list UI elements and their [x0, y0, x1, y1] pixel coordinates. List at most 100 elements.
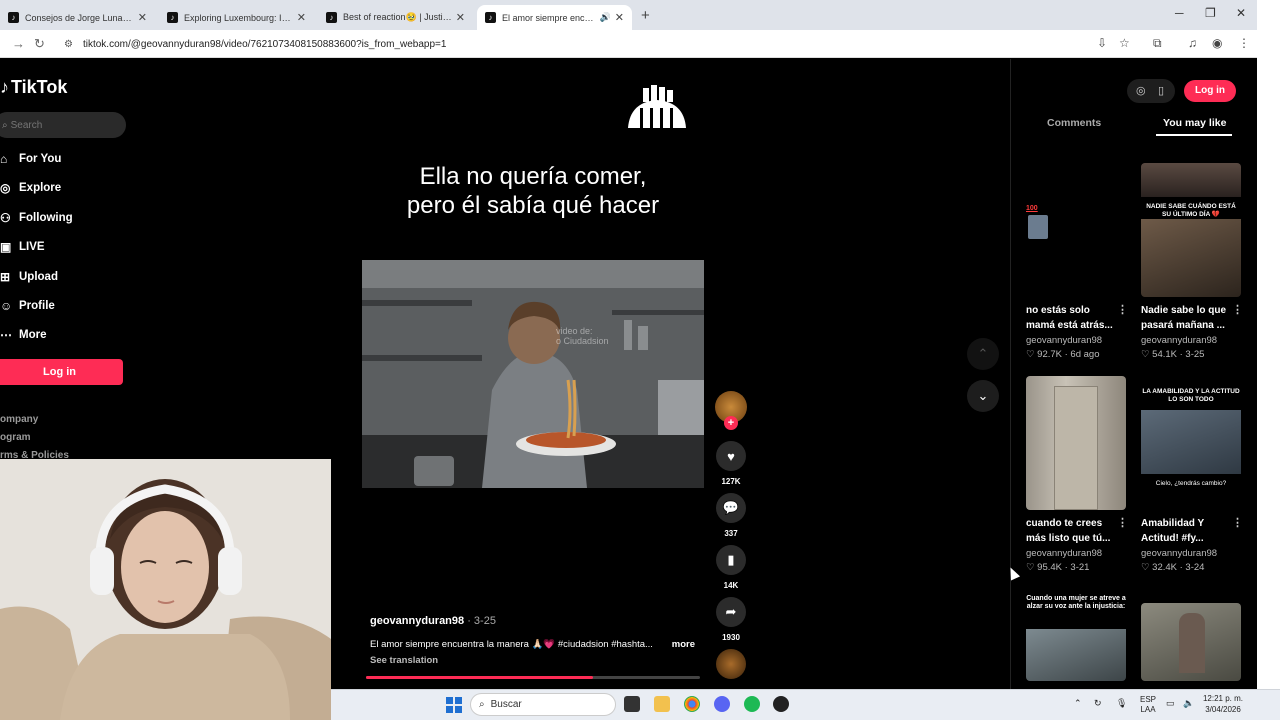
thumb-image	[1054, 386, 1098, 510]
close-tab-icon[interactable]: ✕	[138, 11, 147, 24]
tab-you-may-like[interactable]: You may like	[1163, 117, 1226, 129]
taskbar-clock[interactable]: 12:21 p. m. 3/04/2026	[1198, 693, 1248, 715]
like-action[interactable]: ♥ 127K	[716, 441, 746, 486]
card-title-line: más listo que tú...	[1026, 533, 1111, 544]
sidebar-login-button[interactable]: Log in	[0, 359, 123, 385]
minimize-icon[interactable]: ─	[1175, 6, 1184, 20]
video-username[interactable]: geovannyduran98	[370, 615, 464, 627]
language-indicator[interactable]: ESP LAA	[1140, 695, 1156, 715]
card-username[interactable]: geovannyduran98	[1026, 548, 1102, 559]
profile-avatar-icon[interactable]: ◉	[1212, 36, 1222, 50]
new-tab-button[interactable]: +	[641, 7, 650, 24]
reload-icon[interactable]: ↻	[34, 36, 45, 52]
video-author-line[interactable]: geovannyduran98 · 3-25	[370, 615, 496, 627]
card-menu-icon[interactable]: ⋮	[1117, 303, 1128, 316]
more-button[interactable]: more	[672, 639, 695, 650]
speaker-icon[interactable]: 🔊	[600, 12, 611, 23]
comment-action[interactable]: 💬 337	[716, 493, 746, 538]
video-card-thumbnail[interactable]: Cuando una mujer se atreve a alzar su vo…	[1026, 589, 1126, 681]
card-username[interactable]: geovannyduran98	[1141, 335, 1217, 346]
see-translation-link[interactable]: See translation	[370, 655, 438, 666]
volume-icon[interactable]: 🔈	[1183, 698, 1194, 709]
logo-text: TikTok	[11, 77, 68, 97]
tab-comments[interactable]: Comments	[1047, 117, 1101, 129]
heart-icon[interactable]: ♥	[716, 441, 746, 471]
video-card-thumbnail[interactable]: 100	[1026, 163, 1126, 297]
card-username[interactable]: geovannyduran98	[1141, 548, 1217, 559]
windows-start-icon[interactable]	[446, 697, 462, 713]
nav-more[interactable]: ⋯ More	[0, 328, 46, 342]
close-tab-icon[interactable]: ✕	[456, 11, 465, 24]
card-menu-icon[interactable]: ⋮	[1232, 303, 1243, 316]
file-explorer-icon[interactable]	[654, 696, 670, 712]
tray-expand-icon[interactable]: ⌃	[1074, 698, 1082, 709]
nav-following[interactable]: ⚇ Following	[0, 211, 73, 225]
music-disc-icon[interactable]	[716, 649, 746, 679]
card-menu-icon[interactable]: ⋮	[1117, 516, 1128, 529]
active-tab-indicator	[1156, 134, 1232, 136]
nav-profile[interactable]: ☺ Profile	[0, 299, 55, 313]
video-card-title[interactable]: Nadie sabe lo que pasará mañana ...	[1141, 303, 1237, 333]
nav-explore[interactable]: ◎ Explore	[0, 181, 61, 195]
bookmark-star-icon[interactable]: ☆	[1119, 36, 1130, 50]
panel-login-button[interactable]: Log in	[1184, 80, 1236, 102]
browser-tab-3[interactable]: ♪ Best of reaction🥹 | Justin bieb ✕	[318, 5, 473, 30]
comment-icon[interactable]: 💬	[716, 493, 746, 523]
footer-link-program[interactable]: ogram	[0, 432, 31, 443]
chrome-icon[interactable]	[684, 696, 700, 712]
share-icon[interactable]: ➦	[716, 597, 746, 627]
browser-tab-active[interactable]: ♪ El amor siempre encuentra 🔊 ✕	[477, 5, 632, 30]
nav-upload[interactable]: ⊞ Upload	[0, 270, 58, 284]
install-app-icon[interactable]: ⇩	[1097, 36, 1107, 50]
video-card-title[interactable]: cuando te crees más listo que tú...	[1026, 516, 1122, 546]
previous-video-button[interactable]: ⌃	[967, 338, 999, 370]
discord-icon[interactable]	[714, 696, 730, 712]
tiktok-logo[interactable]: ♪ TikTok	[0, 77, 67, 98]
close-tab-icon[interactable]: ✕	[615, 11, 624, 24]
taskbar-search[interactable]: ⌕ Buscar	[470, 693, 616, 716]
nav-live[interactable]: ▣ LIVE	[0, 240, 45, 254]
spotify-icon[interactable]	[744, 696, 760, 712]
card-title-line: pasará mañana ...	[1141, 320, 1225, 331]
share-action[interactable]: ➦ 1930	[716, 597, 746, 642]
like-count: 127K	[721, 477, 741, 486]
video-progress-bar[interactable]	[366, 676, 700, 679]
media-control-icon[interactable]: ♫	[1188, 36, 1197, 50]
search-bar[interactable]: ⌕	[0, 112, 126, 138]
compass-icon[interactable]: ◎	[1136, 84, 1146, 97]
video-card-thumbnail[interactable]: LA AMABILIDAD Y LA ACTITUD LO SON TODO C…	[1141, 376, 1241, 510]
device-icon[interactable]: ▯	[1158, 84, 1164, 97]
microphone-icon[interactable]: 🎙	[1116, 698, 1127, 709]
video-card-thumbnail[interactable]	[1141, 603, 1241, 681]
restore-icon[interactable]: ❐	[1205, 6, 1216, 20]
sync-icon[interactable]: ↻	[1094, 698, 1102, 709]
close-tab-icon[interactable]: ✕	[297, 11, 306, 24]
network-icon[interactable]: ▭	[1166, 698, 1175, 709]
video-card-title[interactable]: Amabilidad Y Actitud! #fy...	[1141, 516, 1237, 546]
next-video-button[interactable]: ⌄	[967, 380, 999, 412]
card-stats: ♡ 92.7K · 6d ago	[1026, 349, 1100, 360]
video-player[interactable]	[362, 260, 704, 488]
footer-link-company[interactable]: ompany	[0, 414, 38, 425]
browser-tab-1[interactable]: ♪ Consejos de Jorge Luna para la ✕	[0, 5, 155, 30]
video-card-title[interactable]: no estás solo mamá está atrás...	[1026, 303, 1122, 333]
task-view-icon[interactable]	[624, 696, 640, 712]
app-icon[interactable]	[773, 696, 789, 712]
close-window-icon[interactable]: ✕	[1236, 6, 1246, 20]
site-info-icon[interactable]: ⚙	[64, 39, 73, 50]
extensions-icon[interactable]: ⧉	[1153, 36, 1162, 51]
browser-tab-2[interactable]: ♪ Exploring Luxembourg: Insights ✕	[159, 5, 314, 30]
search-input[interactable]	[10, 119, 111, 131]
url-field[interactable]: ⚙ tiktok.com/@geovannyduran98/video/7621…	[56, 33, 1086, 55]
video-card-thumbnail[interactable]	[1026, 376, 1126, 510]
browser-menu-icon[interactable]: ⋮	[1238, 36, 1250, 50]
nav-for-you[interactable]: ⌂ For You	[0, 152, 61, 166]
follow-plus-button[interactable]: +	[724, 416, 738, 430]
save-action[interactable]: ▮ 14K	[716, 545, 746, 590]
video-card-thumbnail[interactable]: NADIE SABE CUÁNDO ESTÁ SU ÚLTIMO DÍA 💔	[1141, 163, 1241, 297]
forward-icon[interactable]: →	[12, 36, 25, 51]
bookmark-icon[interactable]: ▮	[716, 545, 746, 575]
card-menu-icon[interactable]: ⋮	[1232, 516, 1243, 529]
address-bar-row: → ↻ ⚙ tiktok.com/@geovannyduran98/video/…	[0, 30, 1257, 58]
card-username[interactable]: geovannyduran98	[1026, 335, 1102, 346]
